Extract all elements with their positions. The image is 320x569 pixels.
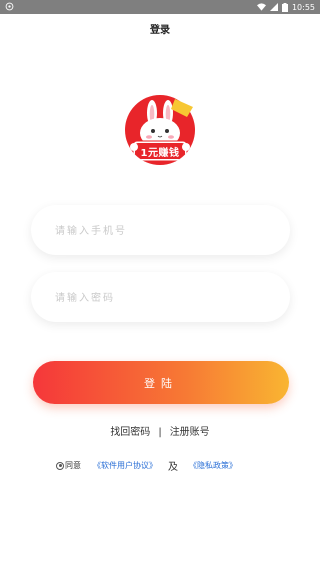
status-bar: 10:55 [0,0,320,14]
signal-icon [269,3,278,11]
and-label: 及 [168,462,178,473]
find-password-link[interactable]: 找回密码 [110,423,150,438]
account-links: 找回密码 | 注册账号 [0,423,320,438]
logo-text: 1元赚钱 [140,148,180,159]
privacy-policy-link[interactable]: 《隐私政策》 [189,460,237,471]
settings-icon [5,2,14,11]
login-button[interactable]: 登陆 [33,361,289,404]
status-time: 10:55 [291,2,315,12]
wifi-icon [256,3,266,11]
password-field[interactable] [31,272,290,324]
agree-radio[interactable] [56,461,64,470]
account-field[interactable] [31,205,290,257]
agreement-row: 同意 《软件用户协议》 及 《隐私政策》 [56,458,286,473]
password-input[interactable] [53,272,272,324]
links-separator: | [158,427,162,438]
register-link[interactable]: 注册账号 [170,423,210,438]
account-input[interactable] [53,205,272,257]
agree-label: 同意 [65,461,81,470]
user-agreement-link[interactable]: 《软件用户协议》 [93,460,157,471]
battery-icon [281,2,288,12]
page-title: 登录 [150,25,170,36]
status-icons: 10:55 [256,1,315,13]
